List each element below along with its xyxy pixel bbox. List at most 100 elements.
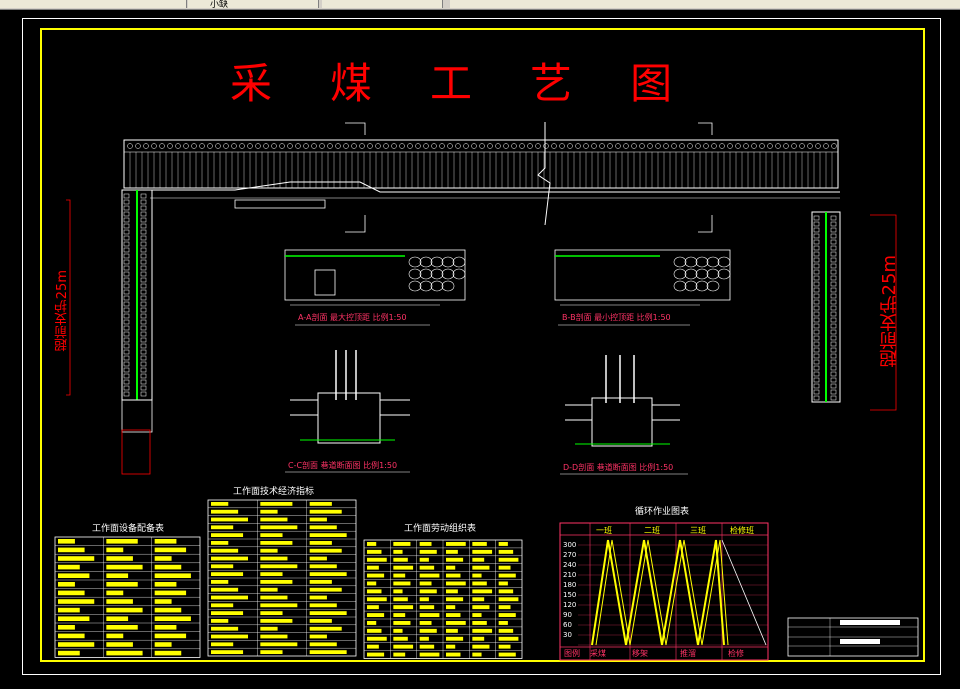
support-cell	[140, 319, 147, 325]
table-cell-fill	[106, 616, 129, 621]
gob-rock	[419, 268, 433, 280]
table-cell-fill	[419, 573, 440, 578]
support-cell	[123, 277, 130, 283]
table-cell-fill	[106, 650, 143, 656]
support-cell	[123, 343, 130, 349]
roof-rock	[479, 143, 485, 149]
table-cell-fill	[309, 533, 347, 537]
table-cell-fill	[211, 525, 234, 530]
table-cell-fill	[211, 564, 234, 569]
table-cell-fill	[393, 565, 414, 570]
table-cell-fill	[393, 636, 408, 641]
table-cell-fill	[106, 556, 133, 561]
roof-rock	[263, 143, 269, 149]
support-cell	[813, 245, 820, 251]
support-cell	[813, 311, 820, 317]
section-dd	[565, 355, 680, 447]
cycle-y-tick: 300	[563, 541, 577, 549]
roof-rock	[271, 143, 277, 149]
table-cell-fill	[154, 573, 191, 578]
support-cell	[140, 385, 147, 391]
face-main-beam	[150, 181, 840, 209]
table-cell-fill	[260, 502, 293, 506]
shift-label: 检修班	[730, 526, 754, 535]
support-cell	[123, 355, 130, 361]
roof-rock	[599, 143, 605, 149]
table-cell-fill	[106, 607, 143, 613]
roof-rock	[615, 143, 621, 149]
support-cell	[813, 227, 820, 233]
roof-rock	[319, 143, 325, 149]
table-cell-fill	[309, 603, 337, 608]
roof-rock	[551, 143, 557, 149]
roof-strata	[123, 139, 839, 189]
support-cell	[830, 299, 837, 305]
table-cell-fill	[211, 502, 229, 506]
table-cell-fill	[309, 572, 347, 576]
left-roadway-supports	[123, 193, 147, 397]
roof-rock	[519, 143, 525, 149]
support-cell	[123, 295, 130, 301]
roof-rock	[407, 143, 413, 149]
support-cell	[123, 265, 130, 271]
support-cell	[813, 365, 820, 371]
cycle-maintenance-line	[721, 539, 767, 646]
support-cell	[140, 331, 147, 337]
gob-rock	[695, 280, 709, 292]
support-cell	[140, 349, 147, 355]
cycle-chart-title: 循环作业图表	[635, 507, 690, 517]
table-cell-fill	[472, 573, 482, 578]
support-cell	[140, 265, 147, 271]
table-cell-fill	[260, 580, 293, 584]
support-cell	[140, 205, 147, 211]
caption-bb: B-B剖面 最小控顶距 比例1:50	[562, 313, 671, 322]
table-cell-fill	[446, 621, 466, 625]
support-cell	[813, 329, 820, 335]
roof-rock	[359, 143, 365, 149]
support-cell	[830, 347, 837, 353]
roof-rock	[247, 143, 253, 149]
support-cell	[123, 217, 130, 223]
table-cell-fill	[154, 642, 172, 647]
roof-rock	[567, 143, 573, 149]
support-cell	[140, 229, 147, 235]
table-cell-fill	[260, 509, 278, 514]
gob-rock	[452, 256, 466, 268]
table-cell-fill	[446, 644, 456, 649]
left-support-label: 超前支护25m	[55, 270, 70, 352]
support-cell	[123, 319, 130, 325]
table-cell-fill	[58, 642, 95, 647]
table-cell-fill	[154, 650, 182, 656]
table-cell-fill	[260, 587, 278, 592]
labor-table-title: 工作面劳动组织表	[404, 524, 477, 534]
cycle-zigzag	[643, 539, 663, 646]
table-cell-fill	[367, 565, 379, 570]
table-cell-fill	[309, 580, 332, 584]
section-aa-gob-rocks	[408, 256, 466, 292]
support-cell	[123, 235, 130, 241]
support-cell	[123, 349, 130, 355]
roof-rock	[175, 143, 181, 149]
cycle-zigzag	[611, 539, 631, 646]
support-cell	[830, 281, 837, 287]
support-cell	[830, 251, 837, 257]
table-cell-fill	[472, 605, 490, 610]
table-cell-fill	[106, 633, 124, 639]
roof-rock	[423, 143, 429, 149]
equipment-table	[54, 536, 201, 658]
table-cell-fill	[154, 564, 182, 570]
roof-rock	[631, 143, 637, 149]
roof-rock	[727, 143, 733, 149]
roof-rock	[815, 143, 821, 149]
table-cell-fill	[106, 625, 138, 630]
roof-rock	[239, 143, 245, 149]
support-cell	[140, 223, 147, 229]
support-cell	[123, 199, 130, 205]
support-cell	[140, 337, 147, 343]
table-cell-fill	[367, 652, 385, 657]
support-cell	[813, 317, 820, 323]
table-cell-fill	[309, 556, 327, 561]
table-cell-fill	[393, 557, 408, 562]
roof-rock	[799, 143, 805, 149]
table-cell-fill	[154, 590, 187, 596]
